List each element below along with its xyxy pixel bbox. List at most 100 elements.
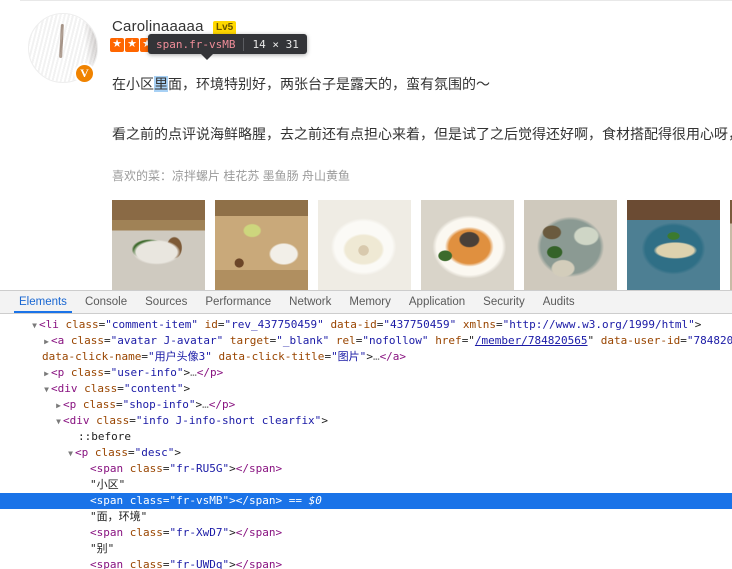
pseudo-element-label: ::before — [78, 430, 131, 443]
text-node-value: "面，环境" — [90, 510, 148, 523]
photo-image — [524, 200, 617, 290]
node-tag: <div — [63, 414, 90, 427]
dom-text-node[interactable]: "面，环境" — [0, 509, 732, 525]
username[interactable]: Carolinaaaaa — [112, 18, 204, 35]
node-attr-name: xmlns — [462, 318, 497, 331]
node-attr-name: class — [84, 382, 118, 395]
favorite-dishes-list: 凉拌螺片 桂花苏 墨鱼肠 舟山黄鱼 — [172, 169, 351, 183]
tab-performance[interactable]: Performance — [196, 291, 280, 313]
dom-node-a-avatar[interactable]: <a class="avatar J-avatar" target="_blan… — [0, 333, 732, 349]
expand-triangle-icon[interactable] — [42, 366, 51, 382]
dom-node-span-fr-XwD7[interactable]: <span class="fr-XwD7"></span> — [0, 525, 732, 541]
review-photo[interactable] — [318, 200, 411, 290]
tab-security[interactable]: Security — [474, 291, 534, 313]
review-photo[interactable] — [112, 200, 205, 290]
node-closing-tag: </p> — [208, 398, 236, 411]
node-attr-value: "fr-UWDq" — [169, 558, 230, 569]
review-photo[interactable] — [421, 200, 514, 290]
node-attr-value: "nofollow" — [362, 334, 429, 347]
dom-tree[interactable]: <li class="comment-item" id="rev_4377504… — [0, 314, 732, 569]
expand-triangle-icon[interactable] — [54, 414, 63, 430]
tab-memory[interactable]: Memory — [340, 291, 400, 313]
node-attr-name: data-id — [330, 318, 377, 331]
node-closing-tag: </a> — [379, 350, 407, 363]
dom-node-p-user-info[interactable]: <p class="user-info">…</p> — [0, 365, 732, 381]
expand-triangle-icon[interactable] — [66, 446, 75, 462]
dom-node-li-comment-item[interactable]: <li class="comment-item" id="rev_4377504… — [0, 317, 732, 333]
node-tag-close: > — [229, 526, 236, 539]
node-attr-name: class — [70, 334, 104, 347]
dom-node-span-fr-UWDq[interactable]: <span class="fr-UWDq"></span> — [0, 557, 732, 569]
tab-elements[interactable]: Elements — [10, 291, 76, 313]
node-attr-name: href — [435, 334, 462, 347]
review-photo[interactable] — [524, 200, 617, 290]
node-href-link[interactable]: /member/784820565 — [475, 334, 588, 347]
review-paragraph-1: 在小区里面，环境特别好，两张台子是露天的，蛮有氛围的～ — [112, 72, 712, 96]
node-attr-name: rel — [335, 334, 356, 347]
selected-node-reference: == $0 — [288, 494, 322, 507]
dom-node-div-info[interactable]: <div class="info J-info-short clearfix"> — [0, 413, 732, 429]
node-attr-value: "rev_437750459" — [224, 318, 324, 331]
tab-application[interactable]: Application — [400, 291, 474, 313]
node-attr-value: "content" — [123, 382, 184, 395]
expand-triangle-icon[interactable] — [30, 318, 39, 334]
node-attr-name: class — [65, 318, 99, 331]
devtools-panel: Elements Console Sources Performance Net… — [0, 290, 732, 569]
text-node-value: "别" — [90, 542, 115, 555]
node-tag-close: > — [229, 558, 236, 569]
node-tag-close: > — [321, 414, 328, 427]
node-attr-name: data-click-name — [42, 350, 142, 363]
node-collapsed-ellipsis[interactable]: … — [190, 366, 197, 379]
review-text-after: 面，环境特别好，两张台子是露天的，蛮有氛围的～ — [168, 76, 490, 92]
node-tag: <li — [39, 318, 59, 331]
node-attr-name: class — [129, 494, 163, 507]
node-attr-value: "http://www.w3.org/1999/html" — [502, 318, 695, 331]
dom-node-a-avatar-continued[interactable]: data-click-name="用户头像3" data-click-title… — [0, 349, 732, 365]
tab-console[interactable]: Console — [76, 291, 136, 313]
node-collapsed-ellipsis[interactable]: … — [202, 398, 209, 411]
expand-triangle-icon[interactable] — [54, 398, 63, 414]
tab-sources[interactable]: Sources — [136, 291, 196, 313]
photo-image — [421, 200, 514, 290]
content-top-divider — [20, 0, 732, 1]
node-closing-tag: </span> — [235, 558, 283, 569]
tab-audits[interactable]: Audits — [534, 291, 584, 313]
node-tag-close: > — [229, 494, 236, 507]
expand-triangle-icon[interactable] — [42, 382, 51, 398]
review-photo-strip — [112, 200, 732, 290]
dom-node-p-desc[interactable]: <p class="desc"> — [0, 445, 732, 461]
avatar[interactable]: V — [28, 13, 100, 85]
review-photo[interactable] — [215, 200, 308, 290]
node-closing-tag: </span> — [235, 526, 283, 539]
node-attr-name: data-click-title — [218, 350, 325, 363]
node-collapsed-ellipsis[interactable]: … — [373, 350, 380, 363]
node-attr-name: class — [129, 462, 163, 475]
highlighted-span[interactable]: 里 — [154, 76, 168, 92]
node-attr-name: data-user-id — [600, 334, 681, 347]
text-node-value: "小区" — [90, 478, 126, 491]
dom-text-node[interactable]: "小区" — [0, 477, 732, 493]
dom-text-node[interactable]: "别" — [0, 541, 732, 557]
dom-node-p-shop-info[interactable]: <p class="shop-info">…</p> — [0, 397, 732, 413]
review-paragraph-2: 看之前的点评说海鲜略腥，去之前还有点担心来着，但是试了之后觉得还好啊，食材搭配得… — [112, 126, 732, 142]
star-icon — [110, 37, 124, 52]
inspect-tooltip-selector: span.fr-vsMB — [156, 37, 236, 51]
star-icon — [125, 37, 139, 52]
dom-node-span-fr-RU5G[interactable]: <span class="fr-RU5G"></span> — [0, 461, 732, 477]
dom-node-div-content[interactable]: <div class="content"> — [0, 381, 732, 397]
inspect-tooltip-divider — [243, 37, 245, 51]
node-attr-value: "437750459" — [383, 318, 457, 331]
node-closing-tag: </span> — [235, 462, 283, 475]
node-attr-name: target — [229, 334, 270, 347]
node-closing-tag: </p> — [196, 366, 224, 379]
node-attr-name: class — [129, 526, 163, 539]
node-attr-name: class — [96, 414, 130, 427]
node-tag: <p — [51, 366, 65, 379]
dom-node-span-fr-vsMB-selected[interactable]: <span class="fr-vsMB"></span> == $0 — [0, 493, 732, 509]
verified-badge-icon: V — [74, 63, 95, 84]
expand-triangle-icon[interactable] — [42, 334, 51, 350]
tab-network[interactable]: Network — [280, 291, 340, 313]
review-photo[interactable] — [627, 200, 720, 290]
dom-node-pseudo-before[interactable]: ::before — [0, 429, 732, 445]
node-attr-value: "comment-item" — [105, 318, 198, 331]
